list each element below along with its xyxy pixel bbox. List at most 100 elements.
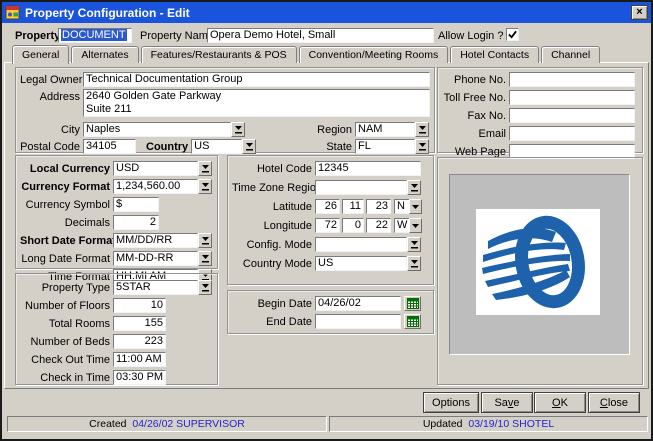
number-of-beds-label: Number of Beds xyxy=(20,336,110,348)
latitude-minutes-field[interactable]: 11 xyxy=(342,199,364,214)
fax-label: Fax No. xyxy=(442,110,506,122)
ok-button[interactable]: OK xyxy=(534,392,586,413)
options-button[interactable]: Options xyxy=(423,392,479,413)
toll-free-field[interactable] xyxy=(509,90,635,105)
number-of-floors-label: Number of Floors xyxy=(20,300,110,312)
postal-code-field[interactable]: 34105 xyxy=(83,139,136,154)
longitude-seconds-field[interactable]: 22 xyxy=(366,218,391,233)
phone-field[interactable] xyxy=(509,72,635,87)
region-lov-icon[interactable] xyxy=(415,122,429,137)
country-mode-lov-icon[interactable] xyxy=(407,256,421,271)
hotel-code-field[interactable]: 12345 xyxy=(315,161,421,176)
check-out-time-field[interactable]: 11:00 AM xyxy=(113,352,166,367)
check-out-time-label: Check Out Time xyxy=(20,354,110,366)
long-date-format-field[interactable]: MM-DD-RR xyxy=(113,251,198,266)
property-details-group: Property Type 5STAR Number of Floors 10 … xyxy=(15,273,218,385)
longitude-minutes-field[interactable]: 0 xyxy=(342,218,364,233)
config-mode-field[interactable] xyxy=(315,237,407,252)
time-zone-lov-icon[interactable] xyxy=(407,180,421,195)
address-group: Legal Owner Technical Documentation Grou… xyxy=(15,67,435,153)
tab-bar: General Alternates Features/Restaurants … xyxy=(12,44,602,63)
country-field[interactable]: US xyxy=(191,139,242,154)
tab-features-restaurants-pos[interactable]: Features/Restaurants & POS xyxy=(141,46,297,63)
general-tab-panel: Legal Owner Technical Documentation Grou… xyxy=(4,62,649,389)
begin-date-calendar-icon[interactable] xyxy=(404,296,421,311)
short-date-format-label: Short Date Format xyxy=(20,235,110,247)
state-field[interactable]: FL xyxy=(355,139,415,154)
property-name-field[interactable]: Opera Demo Hotel, Small xyxy=(207,28,434,43)
end-date-calendar-icon[interactable] xyxy=(404,314,421,329)
latitude-seconds-field[interactable]: 23 xyxy=(366,199,391,214)
currency-symbol-label: Currency Symbol xyxy=(20,199,110,211)
property-label: Property xyxy=(15,30,60,42)
address-field[interactable]: 2640 Golden Gate Parkway Suite 211 xyxy=(83,89,430,117)
city-label: City xyxy=(20,124,80,136)
country-lov-icon[interactable] xyxy=(242,139,256,154)
logo-panel xyxy=(449,174,630,355)
local-currency-field[interactable]: USD xyxy=(113,161,198,176)
tab-alternates[interactable]: Alternates xyxy=(71,46,138,63)
tab-hotel-contacts[interactable]: Hotel Contacts xyxy=(450,46,539,63)
total-rooms-label: Total Rooms xyxy=(20,318,110,330)
close-button[interactable]: Close xyxy=(588,392,640,413)
latitude-degrees-field[interactable]: 26 xyxy=(315,199,340,214)
created-status: Created 04/26/02 SUPERVISOR xyxy=(7,416,327,432)
address-line-1: 2640 Golden Gate Parkway xyxy=(86,90,427,103)
dates-group: Begin Date 04/26/02 End Date xyxy=(227,290,434,334)
currency-format-lov-icon[interactable] xyxy=(198,179,212,194)
window-icon xyxy=(5,5,20,20)
time-zone-region-field[interactable] xyxy=(315,180,407,195)
titlebar: Property Configuration - Edit × xyxy=(2,2,651,23)
local-currency-lov-icon[interactable] xyxy=(198,161,212,176)
total-rooms-field[interactable]: 155 xyxy=(113,316,166,331)
long-date-format-lov-icon[interactable] xyxy=(198,251,212,266)
long-date-format-label: Long Date Format xyxy=(20,253,110,265)
property-name-label: Property Name xyxy=(140,30,214,42)
created-label: Created xyxy=(89,418,126,430)
region-field[interactable]: NAM xyxy=(355,122,415,137)
config-mode-lov-icon[interactable] xyxy=(407,237,421,252)
currency-symbol-field[interactable]: $ xyxy=(113,197,159,212)
address-label: Address xyxy=(20,91,80,103)
legal-owner-field[interactable]: Technical Documentation Group xyxy=(83,72,430,87)
postal-code-label: Postal Code xyxy=(20,141,80,153)
close-icon[interactable]: × xyxy=(631,5,648,20)
allow-login-label: Allow Login ? xyxy=(438,30,503,42)
longitude-direction-select[interactable]: W xyxy=(394,218,422,233)
city-field[interactable]: Naples xyxy=(83,122,231,137)
latitude-direction-arrow-icon[interactable] xyxy=(409,199,422,214)
number-of-floors-field[interactable]: 10 xyxy=(113,298,166,313)
begin-date-field[interactable]: 04/26/02 xyxy=(315,296,401,311)
latitude-direction-select[interactable]: N xyxy=(394,199,422,214)
property-type-field[interactable]: 5STAR xyxy=(113,280,198,295)
legal-owner-label: Legal Owner xyxy=(20,74,80,86)
currency-format-field[interactable]: 1,234,560.00 xyxy=(113,179,198,194)
checkmark-icon xyxy=(508,30,517,39)
short-date-format-lov-icon[interactable] xyxy=(198,233,212,248)
tab-convention-meeting-rooms[interactable]: Convention/Meeting Rooms xyxy=(299,46,449,63)
country-mode-field[interactable]: US xyxy=(315,256,407,271)
check-in-time-field[interactable]: 03:30 PM xyxy=(113,370,166,385)
short-date-format-field[interactable]: MM/DD/RR xyxy=(113,233,198,248)
email-field[interactable] xyxy=(509,126,635,141)
fax-field[interactable] xyxy=(509,108,635,123)
hotel-code-label: Hotel Code xyxy=(232,163,312,175)
state-label: State xyxy=(256,141,352,153)
state-lov-icon[interactable] xyxy=(415,139,429,154)
tab-general[interactable]: General xyxy=(12,45,69,64)
decimals-field[interactable]: 2 xyxy=(113,215,159,230)
currency-format-label: Currency Format xyxy=(20,181,110,193)
save-button[interactable]: Save xyxy=(481,392,533,413)
allow-login-checkbox[interactable] xyxy=(506,28,519,41)
tab-channel[interactable]: Channel xyxy=(541,46,600,63)
longitude-degrees-field[interactable]: 72 xyxy=(315,218,340,233)
property-field[interactable]: DOCUMENT xyxy=(58,28,132,43)
longitude-direction-arrow-icon[interactable] xyxy=(409,218,422,233)
city-lov-icon[interactable] xyxy=(231,122,245,137)
end-date-label: End Date xyxy=(232,316,312,328)
number-of-beds-field[interactable]: 223 xyxy=(113,334,166,349)
property-type-lov-icon[interactable] xyxy=(198,280,212,295)
property-type-label: Property Type xyxy=(20,282,110,294)
end-date-field[interactable] xyxy=(315,314,401,329)
property-configuration-window: Property Configuration - Edit × Property… xyxy=(0,0,653,441)
